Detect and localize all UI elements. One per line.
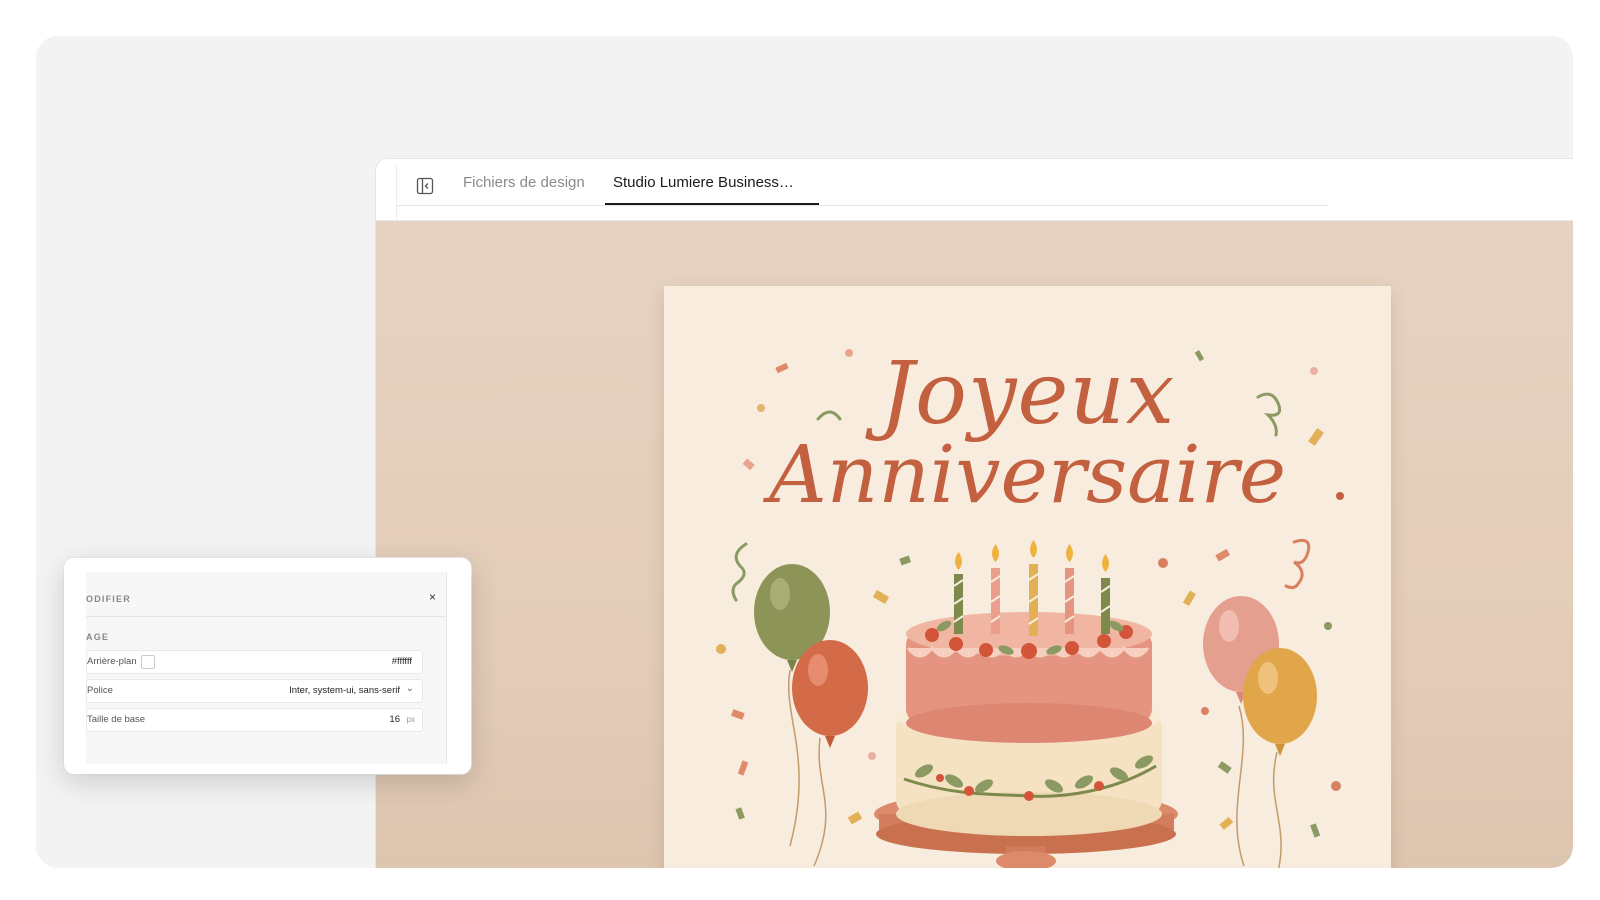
- font-select[interactable]: Police Inter, system-ui, sans-serif ⌄: [86, 679, 423, 703]
- tab-active-document[interactable]: Studio Lumiere Business…: [613, 174, 794, 191]
- birthday-card[interactable]: Joyeux Anniversaire: [664, 286, 1391, 868]
- sidebar-toggle-icon[interactable]: [414, 175, 436, 197]
- base-size-label: Taille de base: [87, 714, 146, 725]
- section-label: AGE: [86, 632, 110, 642]
- close-icon[interactable]: ×: [429, 590, 436, 604]
- properties-panel-content: ODIFIER × AGE Arrière-plan #ffffff Polic…: [86, 572, 447, 764]
- panel-header: ODIFIER ×: [86, 572, 446, 617]
- background-label: Arrière-plan: [87, 656, 137, 667]
- tab-design-files[interactable]: Fichiers de design: [463, 174, 585, 191]
- active-tab-indicator: [605, 203, 819, 205]
- panel-title: ODIFIER: [86, 594, 131, 604]
- properties-panel: ODIFIER × AGE Arrière-plan #ffffff Polic…: [64, 558, 471, 774]
- design-canvas[interactable]: Joyeux Anniversaire: [376, 221, 1573, 868]
- divider: [396, 205, 1329, 206]
- background-color-field[interactable]: Arrière-plan #ffffff: [86, 650, 423, 674]
- font-label: Police: [87, 685, 113, 696]
- divider: [396, 165, 397, 220]
- background-value[interactable]: #ffffff: [392, 656, 412, 667]
- base-size-field[interactable]: Taille de base 16 px: [86, 708, 423, 732]
- color-swatch[interactable]: [141, 655, 155, 669]
- base-size-unit: px: [406, 715, 415, 724]
- chevron-down-icon[interactable]: ⌄: [406, 683, 414, 694]
- tab-bar: Fichiers de design Studio Lumiere Busine…: [376, 159, 1573, 221]
- card-title-line2[interactable]: Anniversaire: [664, 428, 1391, 521]
- editor-window: Fichiers de design Studio Lumiere Busine…: [376, 159, 1573, 868]
- base-size-value[interactable]: 16: [389, 714, 400, 725]
- font-value[interactable]: Inter, system-ui, sans-serif: [289, 685, 400, 696]
